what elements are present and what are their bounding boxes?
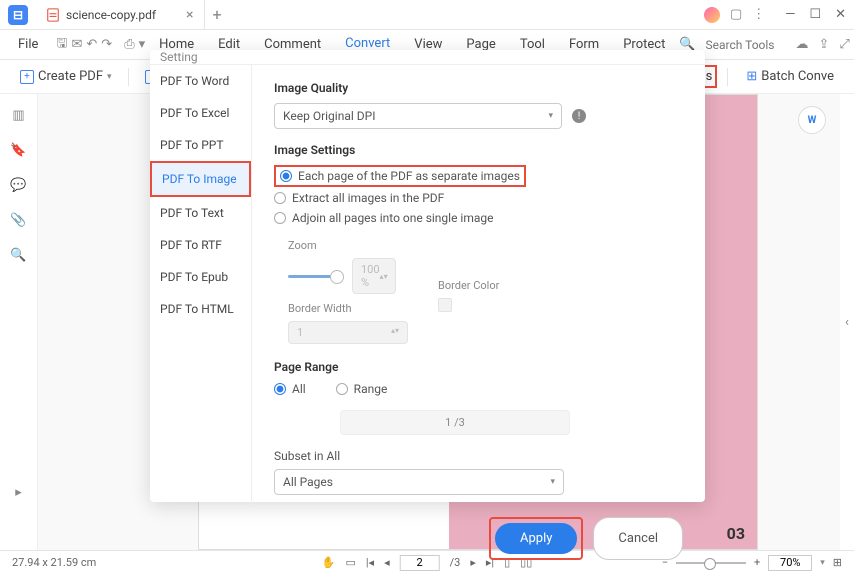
- info-icon[interactable]: !: [572, 109, 586, 123]
- zoom-value-box: 100 %▴▾: [352, 258, 396, 294]
- file-menu[interactable]: File: [12, 37, 44, 52]
- modal-sidebar: PDF To Word PDF To Excel PDF To PPT PDF …: [150, 65, 252, 507]
- batch-icon: ⊞: [746, 69, 757, 84]
- comment-icon[interactable]: 💬: [10, 178, 26, 193]
- bookmark-icon[interactable]: 🔖: [10, 143, 26, 158]
- modal-footer: Apply Cancel: [150, 507, 705, 570]
- print-icon[interactable]: ⎙: [124, 36, 134, 54]
- radio-icon: [274, 192, 286, 204]
- share-icon[interactable]: ⇪: [819, 37, 830, 52]
- image-quality-select[interactable]: Keep Original DPI ▾: [274, 103, 562, 129]
- close-window-button[interactable]: ✕: [835, 7, 846, 22]
- batch-convert-button[interactable]: ⊞ Batch Conve: [738, 65, 842, 88]
- search-panel-icon[interactable]: 🔍: [10, 248, 26, 263]
- chevron-down-icon: ▾: [550, 477, 555, 487]
- save-icon[interactable]: 🖫: [56, 36, 67, 54]
- border-width-label: Border Width: [288, 302, 408, 315]
- image-quality-label: Image Quality: [274, 81, 683, 95]
- add-tab-button[interactable]: +: [213, 5, 222, 24]
- search-tools-input[interactable]: [706, 38, 786, 52]
- radio-icon: [280, 170, 292, 182]
- sidebar-item-epub[interactable]: PDF To Epub: [150, 261, 251, 293]
- page-number-overlay: 03: [727, 524, 745, 543]
- sidebar-item-text[interactable]: PDF To Text: [150, 197, 251, 229]
- expand-icon[interactable]: ⤢: [839, 37, 849, 52]
- sidebar-item-word[interactable]: PDF To Word: [150, 65, 251, 97]
- sidebar-item-rtf[interactable]: PDF To RTF: [150, 229, 251, 261]
- radio-all-pages[interactable]: All: [274, 382, 306, 396]
- tab-title: science-copy.pdf: [66, 8, 156, 22]
- range-input[interactable]: 1 /3: [340, 410, 570, 435]
- titlebar: ⊟ science-copy.pdf × + ▢ ⋮ — ☐ ✕: [0, 0, 854, 30]
- radio-icon: [274, 212, 286, 224]
- close-tab-icon[interactable]: ×: [186, 7, 193, 23]
- subset-select[interactable]: All Pages ▾: [274, 469, 564, 495]
- radio-extract-images[interactable]: Extract all images in the PDF: [274, 191, 683, 205]
- maximize-button[interactable]: ☐: [809, 7, 821, 22]
- border-color-label: Border Color: [438, 279, 499, 292]
- border-color-picker[interactable]: [438, 298, 452, 312]
- cloud-upload-icon[interactable]: ☁: [796, 37, 809, 52]
- word-export-badge[interactable]: W: [798, 106, 826, 134]
- modal-title: Setting: [150, 50, 705, 65]
- app-icon: ⊟: [8, 5, 28, 25]
- radio-icon: [336, 383, 348, 395]
- chevron-down-icon: ▾: [548, 111, 553, 121]
- right-rail-collapse[interactable]: ‹: [840, 94, 854, 550]
- chevron-down-icon[interactable]: ▾: [139, 36, 146, 54]
- redo-icon[interactable]: ↷: [101, 36, 112, 54]
- border-width-input[interactable]: 1▴▾: [288, 321, 408, 344]
- zoom-slider[interactable]: [288, 275, 338, 278]
- page-dimensions: 27.94 x 21.59 cm: [12, 556, 96, 569]
- menu-dots-icon[interactable]: ⋮: [752, 7, 765, 22]
- mail-icon[interactable]: ✉: [71, 36, 82, 54]
- left-sidebar: ▥ 🔖 💬 📎 🔍 ▸: [0, 94, 38, 550]
- thumbnails-icon[interactable]: ▥: [12, 108, 24, 123]
- fit-page-icon[interactable]: ⊞: [833, 556, 842, 569]
- sidebar-item-image[interactable]: PDF To Image: [150, 161, 251, 197]
- radio-separate-images[interactable]: Each page of the PDF as separate images: [280, 169, 520, 183]
- sidebar-item-ppt[interactable]: PDF To PPT: [150, 129, 251, 161]
- expand-panel-icon[interactable]: ▸: [15, 485, 22, 500]
- highlight-annotation: Apply: [489, 517, 583, 560]
- radio-adjoin-pages[interactable]: Adjoin all pages into one single image: [274, 211, 683, 225]
- settings-modal: Setting PDF To Word PDF To Excel PDF To …: [150, 50, 705, 502]
- create-pdf-icon: [20, 70, 34, 84]
- image-settings-label: Image Settings: [274, 143, 683, 157]
- create-pdf-button[interactable]: Create PDF ▾: [12, 65, 120, 88]
- minimize-button[interactable]: —: [785, 7, 795, 22]
- notification-icon[interactable]: ▢: [730, 7, 742, 22]
- radio-icon: [274, 383, 286, 395]
- chevron-down-icon: ▾: [107, 72, 112, 82]
- zoom-label: Zoom: [288, 239, 408, 252]
- undo-icon[interactable]: ↶: [86, 36, 97, 54]
- attachment-icon[interactable]: 📎: [10, 213, 26, 228]
- radio-range-pages[interactable]: Range: [336, 382, 388, 396]
- sidebar-item-html[interactable]: PDF To HTML: [150, 293, 251, 325]
- sidebar-item-excel[interactable]: PDF To Excel: [150, 97, 251, 129]
- zoom-value-input[interactable]: [768, 555, 812, 571]
- sync-icon[interactable]: [704, 7, 720, 23]
- document-tab[interactable]: science-copy.pdf ×: [36, 0, 205, 30]
- highlight-annotation: Each page of the PDF as separate images: [274, 165, 526, 187]
- pdf-file-icon: [46, 8, 60, 22]
- page-range-label: Page Range: [274, 360, 683, 374]
- cancel-button: Cancel: [593, 517, 683, 560]
- modal-content: Image Quality Keep Original DPI ▾ ! Imag…: [252, 65, 705, 507]
- apply-button[interactable]: Apply: [495, 523, 577, 554]
- subset-label: Subset in All: [274, 449, 683, 463]
- zoom-in-icon[interactable]: +: [754, 556, 760, 569]
